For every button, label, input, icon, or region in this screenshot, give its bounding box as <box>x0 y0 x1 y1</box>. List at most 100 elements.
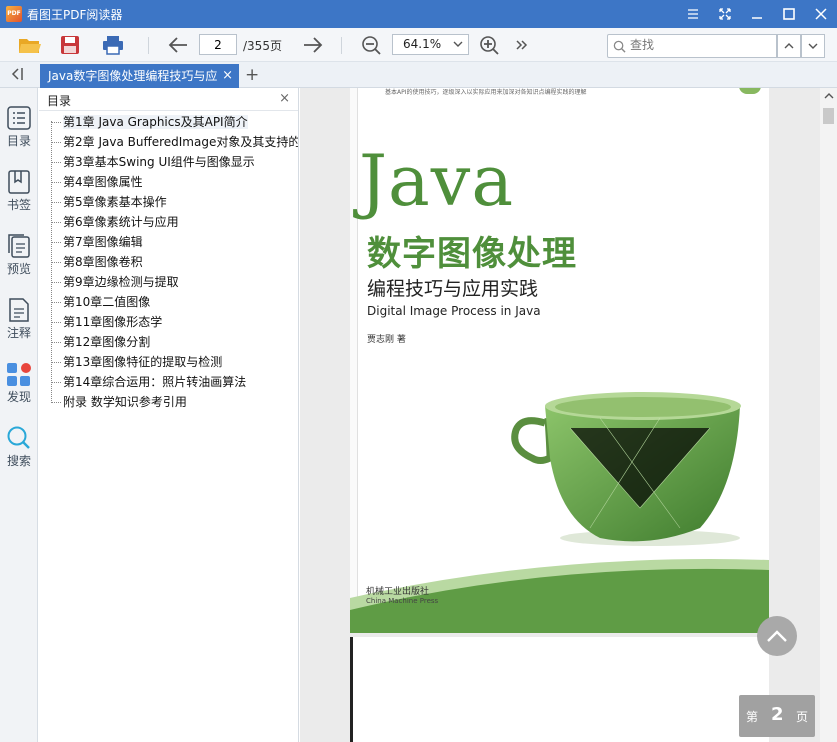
pages-icon <box>8 234 30 258</box>
title-bar: PDF 看图王PDF阅读器 <box>0 0 837 28</box>
toc-item[interactable]: 第4章图像属性 <box>39 172 298 192</box>
chevron-down-icon <box>453 41 463 47</box>
scroll-to-top-button[interactable] <box>757 616 797 656</box>
search-icon <box>613 40 626 53</box>
next-page-icon[interactable] <box>301 33 325 57</box>
page-indicator-prefix: 第 <box>746 710 759 724</box>
rail-label: 目录 <box>6 134 31 148</box>
toc-item[interactable]: 第9章边缘检测与提取 <box>39 272 298 292</box>
pdf-page-cover: 基本API的使用技巧，逐级深入以实际应用来加深对各知识点编程实践的理解 Java… <box>350 88 769 633</box>
previous-page-icon[interactable] <box>166 33 190 57</box>
chevron-down-icon <box>808 43 818 49</box>
page-indicator-suffix: 页 <box>796 710 809 724</box>
scrollbar-thumb[interactable] <box>823 108 834 124</box>
rail-item-discover[interactable]: 发现 <box>0 361 38 417</box>
toc-item[interactable]: 第7章图像编辑 <box>39 232 298 252</box>
publisher-en: China Machine Press <box>366 597 439 605</box>
more-tools-icon[interactable] <box>510 33 534 57</box>
save-icon[interactable] <box>58 33 82 57</box>
vertical-scrollbar[interactable] <box>820 88 837 742</box>
open-folder-icon[interactable] <box>18 33 42 57</box>
cover-author: 贾志刚 著 <box>367 335 406 345</box>
minimize-icon[interactable] <box>741 0 773 28</box>
apps-icon <box>7 363 31 386</box>
note-icon <box>9 298 29 322</box>
rail-label: 搜索 <box>6 454 31 468</box>
zoom-value: 64.1% <box>403 37 442 51</box>
rail-item-toc[interactable]: 目录 <box>0 105 38 161</box>
rail-item-preview[interactable]: 预览 <box>0 233 38 289</box>
cover-top-note: 基本API的使用技巧，逐级深入以实际应用来加深对各知识点编程实践的理解 <box>385 89 587 96</box>
search-prev-button[interactable] <box>777 34 801 58</box>
menu-icon[interactable] <box>677 0 709 28</box>
rail-label: 书签 <box>6 198 31 212</box>
scroll-up-icon[interactable] <box>824 92 834 100</box>
toc-item[interactable]: 第5章像素基本操作 <box>39 192 298 212</box>
collapse-sidebar-icon[interactable] <box>8 66 26 85</box>
toc-item[interactable]: 第12章图像分割 <box>39 332 298 352</box>
search-icon <box>7 426 30 449</box>
toc-item[interactable]: 第1章 Java Graphics及其API简介 <box>39 112 298 132</box>
toc-close-icon[interactable]: × <box>279 91 290 106</box>
cover-subtitle-zh: 编程技巧与应用实践 <box>367 278 539 300</box>
toc-item[interactable]: 第2章 Java BufferedImage对象及其支持的 <box>39 132 298 152</box>
toc-title: 目录 <box>47 94 72 108</box>
search-input[interactable] <box>630 38 770 52</box>
window-controls <box>677 0 837 28</box>
zoom-in-icon[interactable] <box>477 33 501 57</box>
fullscreen-icon[interactable] <box>709 0 741 28</box>
toc-item[interactable]: 第14章综合运用：照片转油画算法 <box>39 372 298 392</box>
toc-item[interactable]: 第6章像素统计与应用 <box>39 212 298 232</box>
chevron-up-icon <box>784 43 794 49</box>
rail-label: 注释 <box>6 326 31 340</box>
pdf-page-2 <box>350 637 769 742</box>
document-view[interactable]: 基本API的使用技巧，逐级深入以实际应用来加深对各知识点编程实践的理解 Java… <box>300 88 820 742</box>
page-number-input[interactable] <box>199 34 237 55</box>
toc-item[interactable]: 第11章图像形态学 <box>39 312 298 332</box>
toc-item[interactable]: 第13章图像特征的提取与检测 <box>39 352 298 372</box>
toc-header: 目录 × <box>39 88 298 111</box>
tab-bar: Java数字图像处理编程技巧与应 × + <box>0 62 837 88</box>
tab-close-icon[interactable]: × <box>222 64 233 88</box>
cover-publisher: 机械工业出版社 China Machine Press <box>366 584 438 605</box>
left-rail: 目录 书签 预览 注释 发现 搜索 <box>0 88 38 742</box>
document-tab-label: Java数字图像处理编程技巧与应 <box>48 69 218 83</box>
cover-java-title: Java <box>359 140 515 222</box>
toc-list: 第1章 Java Graphics及其API简介 第2章 Java Buffer… <box>39 111 298 412</box>
list-icon <box>7 106 31 130</box>
page-total-label: /355页 <box>243 39 282 53</box>
toolbar-divider <box>148 37 149 54</box>
zoom-select[interactable]: 64.1% <box>392 34 469 55</box>
cover-title-zh: 数字图像处理 <box>367 234 577 274</box>
publisher-zh: 机械工业出版社 <box>366 587 430 597</box>
document-tab[interactable]: Java数字图像处理编程技巧与应 × <box>40 64 239 88</box>
toc-item[interactable]: 第3章基本Swing UI组件与图像显示 <box>39 152 298 172</box>
cover-series-badge <box>739 88 761 94</box>
rail-label: 发现 <box>6 390 31 404</box>
maximize-icon[interactable] <box>773 0 805 28</box>
toolbar-divider <box>341 37 342 54</box>
add-tab-icon[interactable]: + <box>245 65 259 85</box>
rail-item-search[interactable]: 搜索 <box>0 425 38 481</box>
bookmark-icon <box>8 170 30 194</box>
toc-item[interactable]: 第8章图像卷积 <box>39 252 298 272</box>
search-field[interactable] <box>607 34 777 58</box>
zoom-out-icon[interactable] <box>359 33 383 57</box>
chevron-up-icon <box>767 630 787 642</box>
toc-item[interactable]: 第10章二值图像 <box>39 292 298 312</box>
rail-item-notes[interactable]: 注释 <box>0 297 38 353</box>
app-logo-icon: PDF <box>6 6 22 22</box>
print-icon[interactable] <box>101 33 125 57</box>
toc-item[interactable]: 附录 数学知识参考引用 <box>39 392 298 412</box>
close-icon[interactable] <box>805 0 837 28</box>
toc-panel: 目录 × 第1章 Java Graphics及其API简介 第2章 Java B… <box>39 88 299 742</box>
search-next-button[interactable] <box>801 34 825 58</box>
rail-label: 预览 <box>6 262 31 276</box>
page-indicator-number: 2 <box>771 704 784 725</box>
cover-title-en: Digital Image Process in Java <box>367 304 541 318</box>
window-title: 看图王PDF阅读器 <box>27 7 123 22</box>
toolbar: /355页 64.1% <box>0 28 837 62</box>
page-indicator: 第 2 页 <box>739 695 815 737</box>
rail-item-bookmarks[interactable]: 书签 <box>0 169 38 225</box>
cup-illustration <box>511 392 741 546</box>
